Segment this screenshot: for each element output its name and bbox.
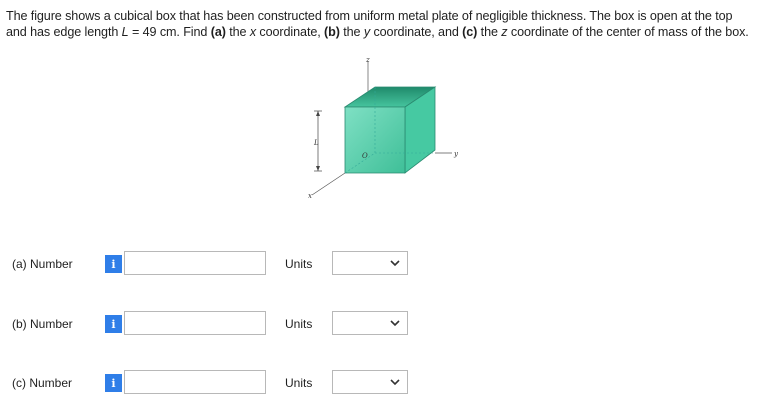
dimension-arrow [316, 166, 320, 171]
problem-text: the [477, 25, 502, 39]
chevron-down-icon [390, 320, 400, 327]
problem-statement: The figure shows a cubical box that has … [6, 8, 766, 40]
chevron-down-icon [390, 379, 400, 386]
origin-label: O [362, 152, 368, 160]
info-icon[interactable]: i [105, 374, 122, 392]
row-label: (b) Number [12, 317, 73, 331]
number-input-c[interactable] [124, 370, 266, 394]
number-input-b[interactable] [124, 311, 266, 335]
problem-text: = 49 cm. Find [128, 25, 211, 39]
units-label: Units [285, 317, 313, 331]
problem-text: the [225, 25, 250, 39]
units-select-b[interactable] [332, 311, 408, 335]
x-axis [311, 172, 346, 196]
number-input-a[interactable] [124, 251, 266, 275]
part-a-marker: (a) [210, 25, 226, 39]
units-label: Units [285, 257, 313, 271]
L-label: L [313, 139, 319, 147]
cube-figure: z y x O L [308, 56, 459, 200]
units-select-c[interactable] [332, 370, 408, 394]
answer-row-c: (c) Number i Units [0, 369, 777, 399]
x-axis-label: x [308, 192, 312, 200]
info-icon[interactable]: i [105, 315, 122, 333]
z-axis-label: z [365, 56, 370, 64]
part-c-marker: (c) [462, 25, 478, 39]
row-label: (a) Number [12, 257, 73, 271]
dimension-arrow [316, 111, 320, 116]
problem-text: and has edge length [6, 25, 122, 39]
row-label: (c) Number [12, 376, 73, 390]
part-b-marker: (b) [324, 25, 340, 39]
problem-text: coordinate of the center of mass of the … [507, 25, 749, 39]
y-axis-label: y [453, 150, 459, 158]
problem-text: coordinate, [256, 25, 325, 39]
var-L: L [121, 25, 129, 39]
problem-line-1: The figure shows a cubical box that has … [6, 9, 733, 23]
problem-text: the [339, 25, 364, 39]
answer-row-b: (b) Number i Units [0, 310, 777, 340]
problem-text: coordinate, and [370, 25, 463, 39]
units-label: Units [285, 376, 313, 390]
chevron-down-icon [390, 260, 400, 267]
units-select-a[interactable] [332, 251, 408, 275]
info-icon[interactable]: i [105, 255, 122, 273]
answer-row-a: (a) Number i Units [0, 250, 777, 280]
